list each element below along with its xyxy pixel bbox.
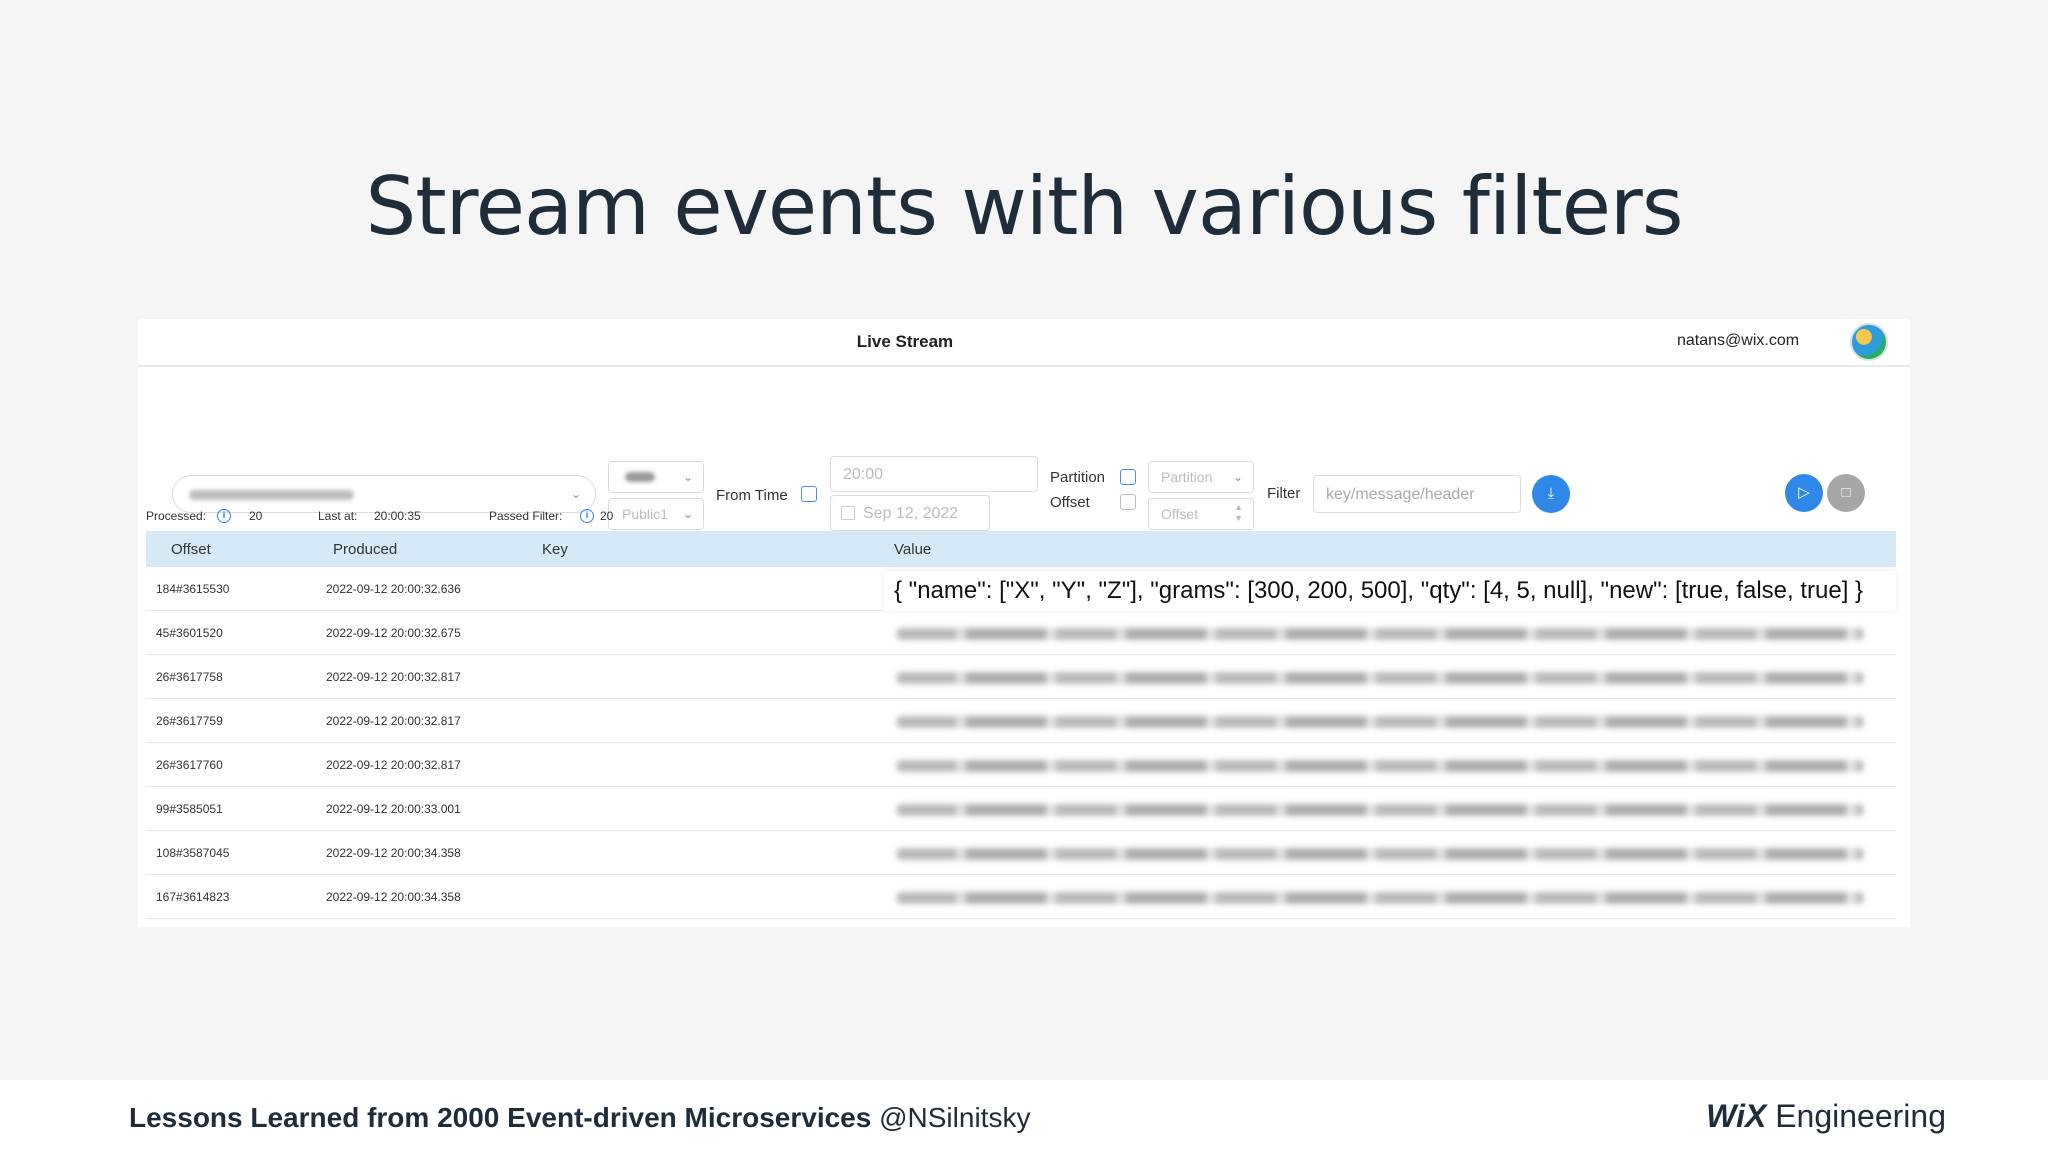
app-title: Live Stream [856, 332, 954, 351]
blurred-value [896, 672, 1864, 684]
processed-value: 20 [249, 509, 263, 523]
user-email: natans@wix.com [1677, 332, 1800, 349]
table-row[interactable]: 26#3617759 2022-09-12 20:00:32.817 [146, 699, 1896, 743]
topic-select[interactable]: ⌄ [172, 475, 596, 513]
row-produced: 2022-09-12 20:00:32.817 [326, 758, 461, 772]
brand-bold: WiX [1706, 1098, 1767, 1134]
play-icon: ▷ [1798, 484, 1810, 501]
row-offset: 108#3587045 [156, 846, 230, 860]
row-offset: 45#3601520 [156, 626, 223, 640]
download-button[interactable]: ⤓ [1532, 475, 1570, 513]
partition-placeholder: Partition [1161, 469, 1213, 485]
from-time-label: From Time [716, 487, 788, 504]
info-icon[interactable]: i [217, 509, 231, 523]
avatar[interactable] [1850, 323, 1888, 361]
table-header: Offset Produced Key Value [146, 531, 1896, 567]
play-button[interactable]: ▷ [1785, 474, 1823, 512]
row-produced: 2022-09-12 20:00:32.675 [326, 626, 461, 640]
highlighted-value: { "name": ["X", "Y", "Z"], "grams": [300… [884, 571, 1896, 611]
header-produced: Produced [333, 541, 398, 558]
live-stream-app: Live Stream natans@wix.com ⌄ ⌄ Public1 ⌄… [138, 319, 1910, 927]
partition-select[interactable]: Partition ⌄ [1148, 461, 1254, 493]
passed-filter-label: Passed Filter: [489, 509, 563, 523]
partition-checkbox[interactable] [1120, 469, 1136, 485]
blurred-value [896, 628, 1864, 640]
header-key: Key [542, 541, 568, 558]
slide-footer: Lessons Learned from 2000 Event-driven M… [0, 1080, 2048, 1152]
blurred-value [896, 716, 1864, 728]
stop-button[interactable]: □ [1827, 474, 1865, 512]
processed-label: Processed: [146, 509, 207, 523]
table-row[interactable]: 26#3617760 2022-09-12 20:00:32.817 [146, 743, 1896, 787]
stop-icon: □ [1841, 484, 1851, 501]
filter-label: Filter [1267, 485, 1301, 502]
table-row[interactable]: 184#3615530 2022-09-12 20:00:32.636 { "n… [146, 567, 1896, 611]
download-icon: ⤓ [1547, 485, 1555, 502]
row-offset: 184#3615530 [156, 582, 230, 596]
footer-caption: Lessons Learned from 2000 Event-driven M… [129, 1102, 1030, 1134]
table-row[interactable]: 45#3601520 2022-09-12 20:00:32.675 [146, 611, 1896, 655]
app-header: Live Stream natans@wix.com [138, 319, 1910, 367]
row-produced: 2022-09-12 20:00:34.358 [326, 890, 461, 904]
cluster-select[interactable]: ⌄ [608, 461, 704, 493]
header-offset: Offset [171, 541, 211, 558]
info-icon[interactable]: i [580, 509, 594, 523]
events-table: Offset Produced Key Value 184#3615530 20… [146, 531, 1896, 919]
blurred-cluster-value [625, 472, 655, 482]
brand-rest: Engineering [1775, 1098, 1946, 1134]
row-produced: 2022-09-12 20:00:34.358 [326, 846, 461, 860]
row-offset: 167#3614823 [156, 890, 230, 904]
row-produced: 2022-09-12 20:00:32.636 [326, 582, 461, 596]
row-produced: 2022-09-12 20:00:32.817 [326, 670, 461, 684]
row-produced: 2022-09-12 20:00:32.817 [326, 714, 461, 728]
row-offset: 26#3617758 [156, 670, 223, 684]
chevron-down-icon: ⌄ [682, 470, 693, 484]
chevron-down-icon: ⌄ [570, 487, 581, 501]
blurred-topic-value [189, 490, 354, 500]
passed-filter-value: 20 [600, 509, 614, 523]
footer-handle: @NSilnitsky [879, 1102, 1031, 1133]
row-offset: 26#3617760 [156, 758, 223, 772]
row-offset: 99#3585051 [156, 802, 223, 816]
blurred-value [896, 804, 1864, 816]
time-input[interactable]: 20:00 [830, 456, 1038, 492]
slide-title: Stream events with various filters [365, 160, 1683, 253]
stream-stats: Processed: i 20 Last at: 20:00:35 Passed… [146, 509, 1746, 527]
table-row[interactable]: 26#3617758 2022-09-12 20:00:32.817 [146, 655, 1896, 699]
row-produced: 2022-09-12 20:00:33.001 [326, 802, 461, 816]
partition-label: Partition [1050, 469, 1106, 486]
table-row[interactable]: 108#3587045 2022-09-12 20:00:34.358 [146, 831, 1896, 875]
from-time-checkbox[interactable] [801, 486, 817, 502]
offset-checkbox[interactable] [1120, 494, 1136, 510]
table-row[interactable]: 99#3585051 2022-09-12 20:00:33.001 [146, 787, 1896, 831]
filter-controls: ⌄ ⌄ Public1 ⌄ From Time 20:00 Sep 12, 20… [138, 367, 1910, 531]
filter-input[interactable]: key/message/header [1313, 475, 1521, 513]
last-at-value: 20:00:35 [374, 509, 421, 523]
table-row[interactable]: 167#3614823 2022-09-12 20:00:34.358 [146, 875, 1896, 919]
footer-title: Lessons Learned from 2000 Event-driven M… [129, 1102, 872, 1133]
chevron-down-icon: ⌄ [1232, 470, 1243, 484]
blurred-value [896, 760, 1864, 772]
blurred-value [896, 848, 1864, 860]
blurred-value [896, 892, 1864, 904]
last-at-label: Last at: [318, 509, 358, 523]
row-offset: 26#3617759 [156, 714, 223, 728]
brand-logo: WiX Engineering [1706, 1098, 1946, 1135]
header-value: Value [894, 541, 932, 558]
